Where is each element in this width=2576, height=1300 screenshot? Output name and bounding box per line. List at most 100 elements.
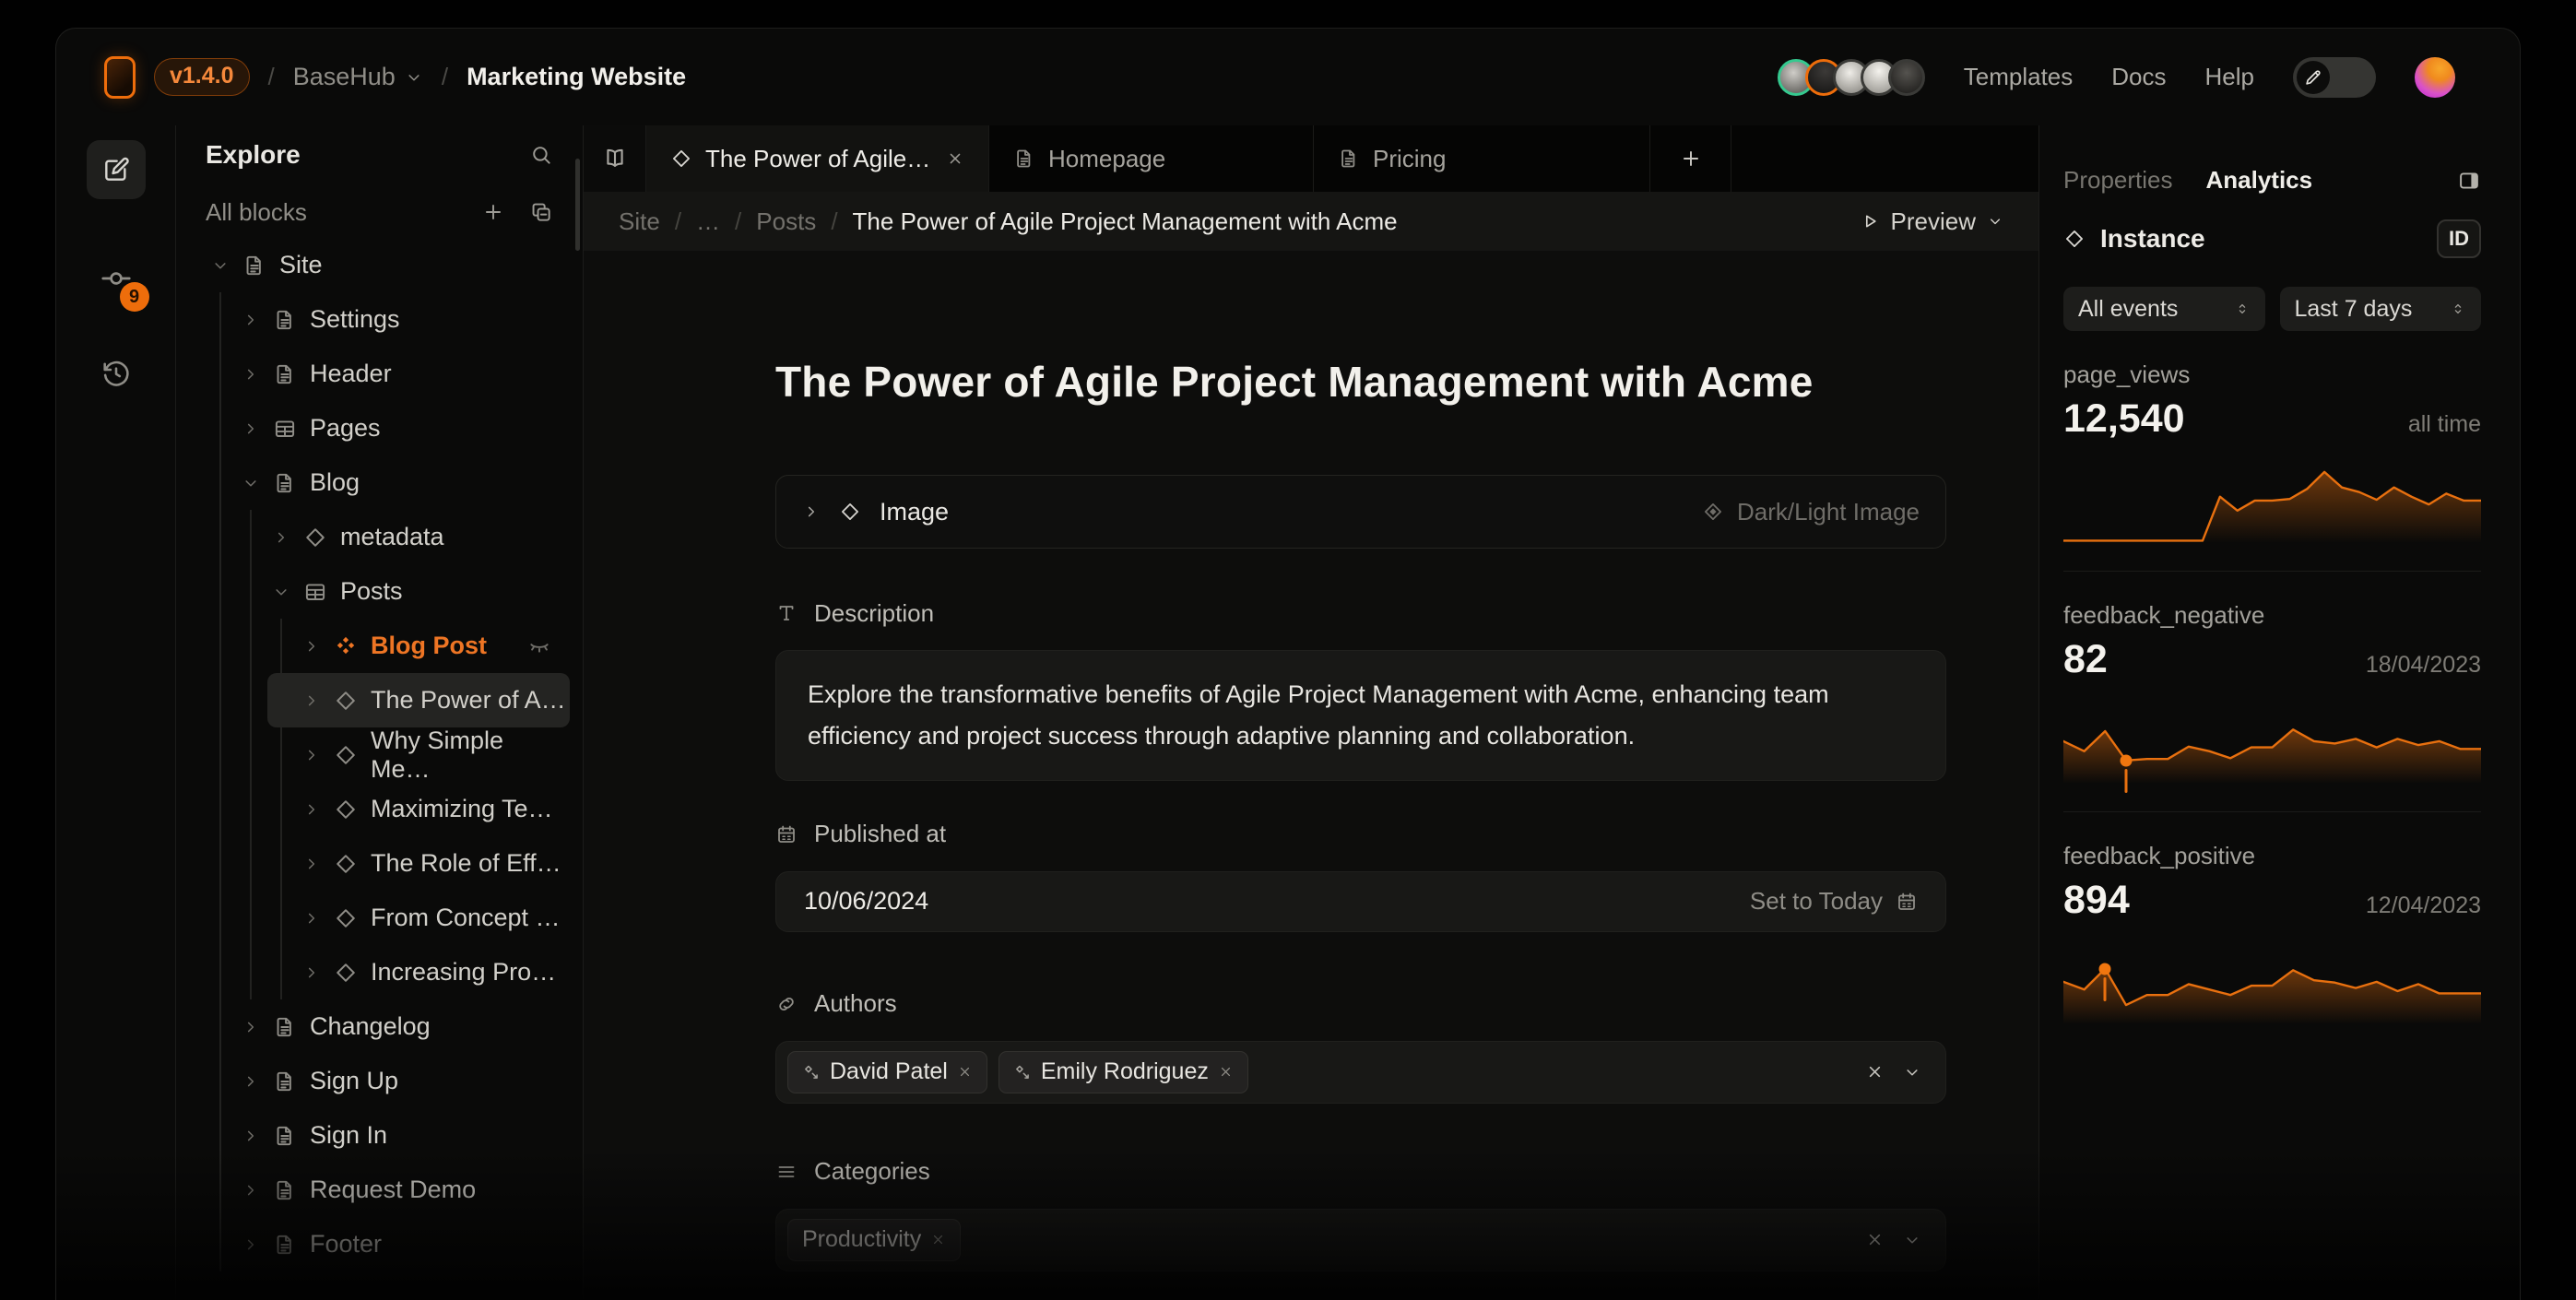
remove-chip-icon[interactable] bbox=[957, 1064, 973, 1080]
commit-changes-button[interactable]: 9 bbox=[100, 262, 133, 295]
description-field[interactable]: Explore the transformative benefits of A… bbox=[775, 650, 1946, 781]
chevron-down-icon[interactable] bbox=[1903, 1231, 1921, 1249]
metric-sparkline[interactable] bbox=[2063, 943, 2481, 1024]
duplicate-icon[interactable] bbox=[529, 200, 553, 224]
doc-icon bbox=[273, 1124, 297, 1148]
search-icon[interactable] bbox=[529, 143, 553, 167]
remove-chip-icon[interactable] bbox=[1218, 1064, 1234, 1080]
panel-toggle-icon[interactable] bbox=[2457, 169, 2481, 193]
breadcrumb-segment[interactable]: The Power of Agile Project Management wi… bbox=[853, 207, 1398, 236]
chevron-right-icon[interactable] bbox=[242, 420, 260, 438]
daterange-filter-select[interactable]: Last 7 days bbox=[2280, 287, 2482, 331]
user-avatar[interactable] bbox=[2415, 57, 2455, 98]
id-badge[interactable]: ID bbox=[2437, 219, 2481, 258]
basehub-logo[interactable] bbox=[104, 56, 136, 99]
clear-field-icon[interactable] bbox=[1865, 1062, 1885, 1081]
chevron-right-icon[interactable] bbox=[242, 1072, 260, 1091]
tab-analytics[interactable]: Analytics bbox=[2206, 166, 2313, 195]
chevron-down-icon[interactable] bbox=[242, 474, 260, 492]
new-tab-button[interactable] bbox=[1650, 125, 1731, 192]
preview-button[interactable]: Preview bbox=[1860, 207, 2003, 236]
tab-properties[interactable]: Properties bbox=[2063, 166, 2173, 195]
image-block[interactable]: Image Dark/Light Image bbox=[775, 475, 1946, 549]
breadcrumb-segment[interactable]: Posts bbox=[756, 207, 816, 236]
tab-the-power-of-agile[interactable]: The Power of Agile… bbox=[646, 125, 989, 192]
tree-item-maximizing-te[interactable]: Maximizing Te… bbox=[267, 782, 570, 836]
post-title[interactable]: The Power of Agile Project Management wi… bbox=[775, 357, 1946, 407]
sidebar-scrollbar[interactable] bbox=[575, 159, 580, 251]
tree-item-pages[interactable]: Pages bbox=[207, 401, 570, 455]
chevron-right-icon[interactable] bbox=[302, 637, 321, 656]
tree-item-sign-up[interactable]: Sign Up bbox=[207, 1054, 570, 1108]
chip-emily-rodriguez[interactable]: Emily Rodriguez bbox=[998, 1051, 1248, 1093]
docs-link[interactable]: Docs bbox=[2111, 63, 2166, 91]
clear-field-icon[interactable] bbox=[1865, 1230, 1885, 1249]
tree-item-label: Blog Post bbox=[371, 632, 487, 660]
close-tab-icon[interactable] bbox=[946, 149, 964, 168]
chevron-right-icon[interactable] bbox=[302, 746, 321, 764]
tab-pricing[interactable]: Pricing bbox=[1314, 125, 1650, 192]
tree-item-blog[interactable]: Blog bbox=[207, 455, 570, 510]
chevron-right-icon[interactable] bbox=[242, 1235, 260, 1254]
add-block-button[interactable] bbox=[481, 200, 505, 224]
edit-mode-toggle[interactable] bbox=[2293, 57, 2376, 98]
tree-item-blog-post[interactable]: Blog Post bbox=[267, 619, 570, 673]
tree-item-footer[interactable]: Footer bbox=[207, 1217, 570, 1271]
authors-field[interactable]: David Patel Emily Rodriguez bbox=[775, 1041, 1946, 1104]
published-at-field[interactable]: 10/06/2024 Set to Today bbox=[775, 871, 1946, 932]
component-icon bbox=[334, 634, 358, 658]
tree-item-request-demo[interactable]: Request Demo bbox=[207, 1163, 570, 1217]
chevron-right-icon[interactable] bbox=[302, 800, 321, 819]
tree-item-why-simple-me[interactable]: Why Simple Me… bbox=[267, 727, 570, 782]
chip-david-patel[interactable]: David Patel bbox=[787, 1051, 987, 1093]
chevron-right-icon[interactable] bbox=[302, 963, 321, 982]
chevron-right-icon[interactable] bbox=[242, 1127, 260, 1145]
org-switcher[interactable]: BaseHub bbox=[293, 63, 423, 91]
tree-item-the-role-of-eff[interactable]: The Role of Eff… bbox=[267, 836, 570, 891]
tree-item-posts[interactable]: Posts bbox=[237, 564, 570, 619]
remove-chip-icon[interactable] bbox=[930, 1232, 946, 1247]
chevron-down-icon[interactable] bbox=[1903, 1063, 1921, 1081]
chevron-right-icon[interactable] bbox=[302, 909, 321, 928]
collaborator-avatar[interactable] bbox=[1888, 59, 1925, 96]
chevron-right-icon[interactable] bbox=[302, 855, 321, 873]
chevron-right-icon[interactable] bbox=[242, 365, 260, 384]
chevron-down-icon[interactable] bbox=[272, 583, 290, 601]
chevron-right-icon[interactable] bbox=[242, 311, 260, 329]
history-button[interactable] bbox=[100, 358, 132, 389]
chevron-right-icon[interactable] bbox=[302, 691, 321, 710]
tab-homepage[interactable]: Homepage bbox=[989, 125, 1314, 192]
tree-item-header[interactable]: Header bbox=[207, 347, 570, 401]
breadcrumb-segment[interactable]: … bbox=[696, 207, 720, 236]
breadcrumb-segment[interactable]: Site bbox=[619, 207, 660, 236]
tree-item-changelog[interactable]: Changelog bbox=[207, 999, 570, 1054]
chevron-right-icon[interactable] bbox=[242, 1181, 260, 1200]
calendar-icon[interactable] bbox=[1896, 891, 1918, 913]
doc-icon bbox=[273, 308, 297, 332]
chevron-right-icon[interactable] bbox=[242, 1018, 260, 1036]
chevron-right-icon[interactable] bbox=[272, 528, 290, 547]
edit-panel-button[interactable] bbox=[87, 140, 146, 199]
help-link[interactable]: Help bbox=[2205, 63, 2254, 91]
chevron-down-icon[interactable] bbox=[211, 256, 230, 275]
breadcrumb: Site/…/Posts/The Power of Agile Project … bbox=[584, 192, 2038, 251]
version-badge[interactable]: v1.4.0 bbox=[154, 58, 250, 96]
reader-view-button[interactable] bbox=[584, 125, 646, 192]
events-filter-select[interactable]: All events bbox=[2063, 287, 2265, 331]
tree-item-metadata[interactable]: metadata bbox=[237, 510, 570, 564]
categories-field[interactable]: Productivity bbox=[775, 1209, 1946, 1271]
chevron-right-icon[interactable] bbox=[802, 502, 821, 521]
metric-sparkline[interactable] bbox=[2063, 703, 2481, 784]
tree-item-label: The Role of Eff… bbox=[371, 849, 561, 878]
templates-link[interactable]: Templates bbox=[1964, 63, 2074, 91]
chip-productivity[interactable]: Productivity bbox=[787, 1219, 961, 1261]
tree-item-sign-in[interactable]: Sign In bbox=[207, 1108, 570, 1163]
tree-item-increasing-pro[interactable]: Increasing Pro… bbox=[267, 945, 570, 999]
tree-item-settings[interactable]: Settings bbox=[207, 292, 570, 347]
set-to-today-button[interactable]: Set to Today bbox=[1750, 887, 1883, 916]
tree-item-from-concept[interactable]: From Concept … bbox=[267, 891, 570, 945]
metric-sparkline[interactable] bbox=[2063, 462, 2481, 543]
tree-item-site[interactable]: Site bbox=[176, 238, 570, 292]
project-name[interactable]: Marketing Website bbox=[467, 63, 686, 91]
tree-item-the-power-of-a[interactable]: The Power of A… bbox=[267, 673, 570, 727]
